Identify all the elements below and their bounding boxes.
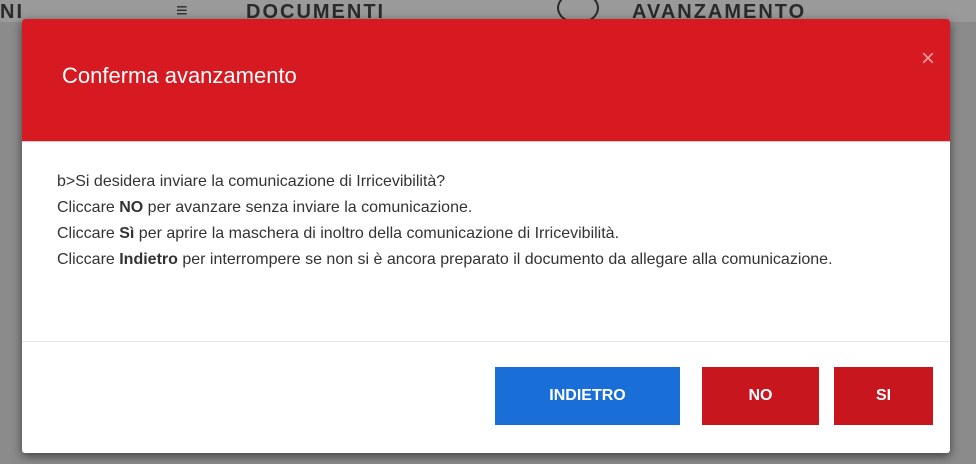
emphasis-back: Indietro bbox=[119, 251, 178, 268]
dialog-header: Conferma avanzamento × bbox=[22, 19, 950, 142]
background-text: NI bbox=[0, 1, 24, 22]
emphasis-no: NO bbox=[119, 199, 144, 216]
dialog-title: Conferma avanzamento bbox=[62, 63, 297, 88]
no-button[interactable]: NO bbox=[702, 367, 819, 425]
close-icon[interactable]: × bbox=[916, 47, 940, 71]
emphasis-si: Sì bbox=[119, 225, 135, 242]
dialog-question: b>Si desidera inviare la comunicazione d… bbox=[57, 173, 446, 190]
confirm-dialog: Conferma avanzamento × b>Si desidera inv… bbox=[22, 19, 950, 453]
dialog-body: b>Si desidera inviare la comunicazione d… bbox=[57, 169, 927, 273]
back-button[interactable]: INDIETRO bbox=[495, 367, 680, 425]
dialog-line-no: Cliccare NO per avanzare senza inviare l… bbox=[57, 199, 473, 216]
footer-divider bbox=[22, 341, 950, 342]
dialog-line-si: Cliccare Sì per aprire la maschera di in… bbox=[57, 225, 620, 242]
dialog-line-back: Cliccare Indietro per interrompere se no… bbox=[57, 251, 833, 268]
si-button[interactable]: SI bbox=[834, 367, 933, 425]
